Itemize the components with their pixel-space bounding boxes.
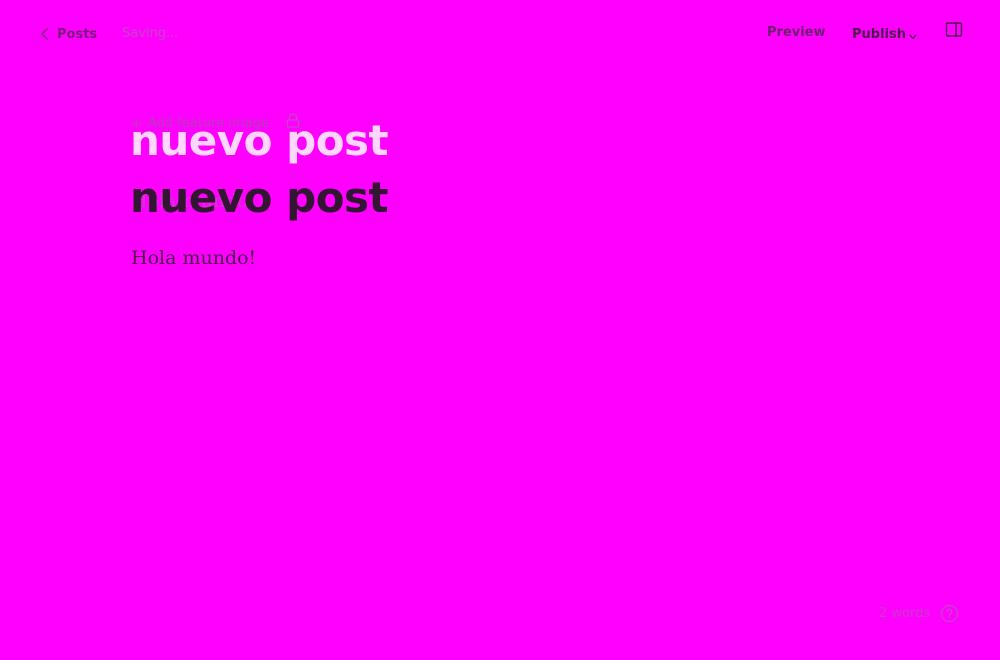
- settings-menu-toggle[interactable]: [945, 21, 963, 39]
- word-count: 2 words: [879, 606, 931, 621]
- post-title-input[interactable]: nuevo post: [130, 171, 389, 225]
- back-link-label: Posts: [57, 26, 98, 42]
- back-to-posts-link[interactable]: Posts: [40, 24, 97, 44]
- publish-button[interactable]: Publish: [852, 24, 917, 44]
- help-button[interactable]: [940, 604, 959, 623]
- chevron-down-icon: [909, 28, 917, 40]
- add-feature-image-label: Add feature image: [148, 115, 269, 131]
- add-feature-image-button[interactable]: Add feature image: [131, 114, 269, 132]
- save-status: Saving...: [122, 26, 179, 41]
- sidebar-panel-icon: [945, 21, 963, 39]
- question-circle-icon: [940, 604, 959, 623]
- plus-icon: [131, 118, 142, 129]
- chevron-left-icon: [40, 27, 50, 41]
- post-body-editor[interactable]: Hola mundo!: [131, 245, 256, 271]
- publish-label: Publish: [852, 26, 906, 42]
- preview-button[interactable]: Preview: [767, 25, 826, 40]
- lock-icon[interactable]: [286, 113, 300, 128]
